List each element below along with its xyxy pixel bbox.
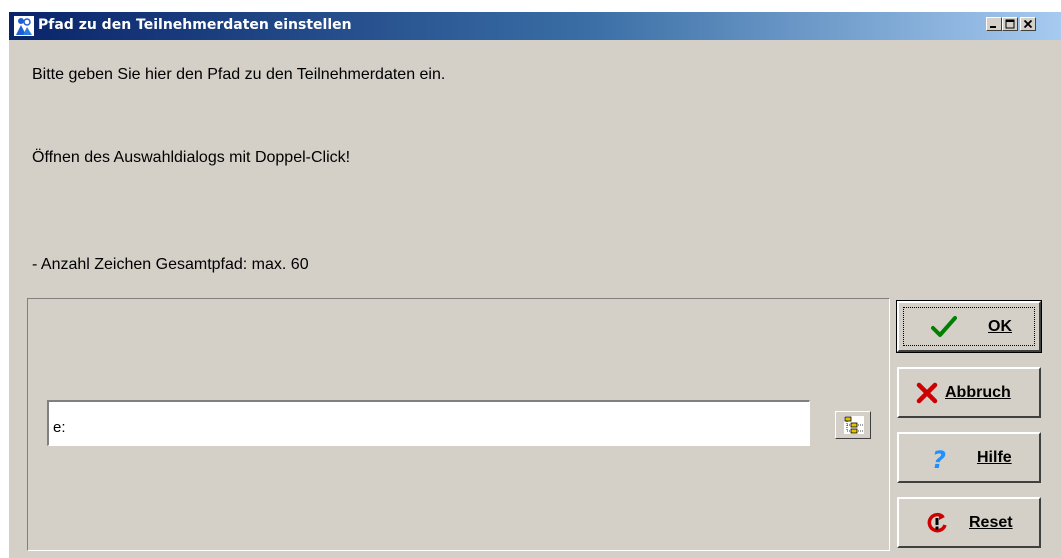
window-title: Pfad zu den Teilnehmerdaten einstellen	[38, 17, 352, 33]
double-click-hint: Öffnen des Auswahldialogs mit Doppel-Cli…	[32, 149, 351, 166]
x-icon	[916, 382, 938, 404]
instruction-text: Bitte geben Sie hier den Pfad zu den Tei…	[32, 66, 446, 83]
svg-text:?: ?	[932, 446, 946, 472]
maximize-icon	[1005, 19, 1015, 29]
max-length-note: - Anzahl Zeichen Gesamtpfad: max. 60	[32, 256, 309, 273]
path-input[interactable]	[47, 400, 810, 446]
cancel-label: Abbruch	[945, 384, 1011, 401]
cancel-button[interactable]: Abbruch	[897, 367, 1041, 418]
ok-button[interactable]: OK	[896, 300, 1042, 353]
help-button[interactable]: ? Hilfe	[897, 432, 1041, 483]
minimize-button[interactable]	[986, 17, 1002, 31]
focus-rect	[903, 307, 1035, 346]
reset-label: Reset	[969, 514, 1013, 531]
title-bar[interactable]: Pfad zu den Teilnehmerdaten einstellen	[9, 12, 1061, 40]
checkmark-icon	[931, 316, 957, 337]
minimize-icon	[990, 26, 996, 28]
app-people-icon	[14, 16, 34, 36]
folder-tree-icon	[844, 416, 864, 434]
close-button[interactable]	[1020, 17, 1036, 31]
close-icon	[1023, 19, 1033, 29]
ok-label: OK	[988, 318, 1012, 335]
reset-button[interactable]: Reset	[897, 497, 1041, 548]
dialog-window: Pfad zu den Teilnehmerdaten einstellen B…	[8, 12, 1061, 558]
maximize-button[interactable]	[1002, 17, 1018, 31]
help-label: Hilfe	[977, 449, 1012, 466]
question-icon: ?	[932, 446, 946, 472]
reset-icon	[927, 512, 947, 533]
browse-button[interactable]	[835, 411, 871, 439]
